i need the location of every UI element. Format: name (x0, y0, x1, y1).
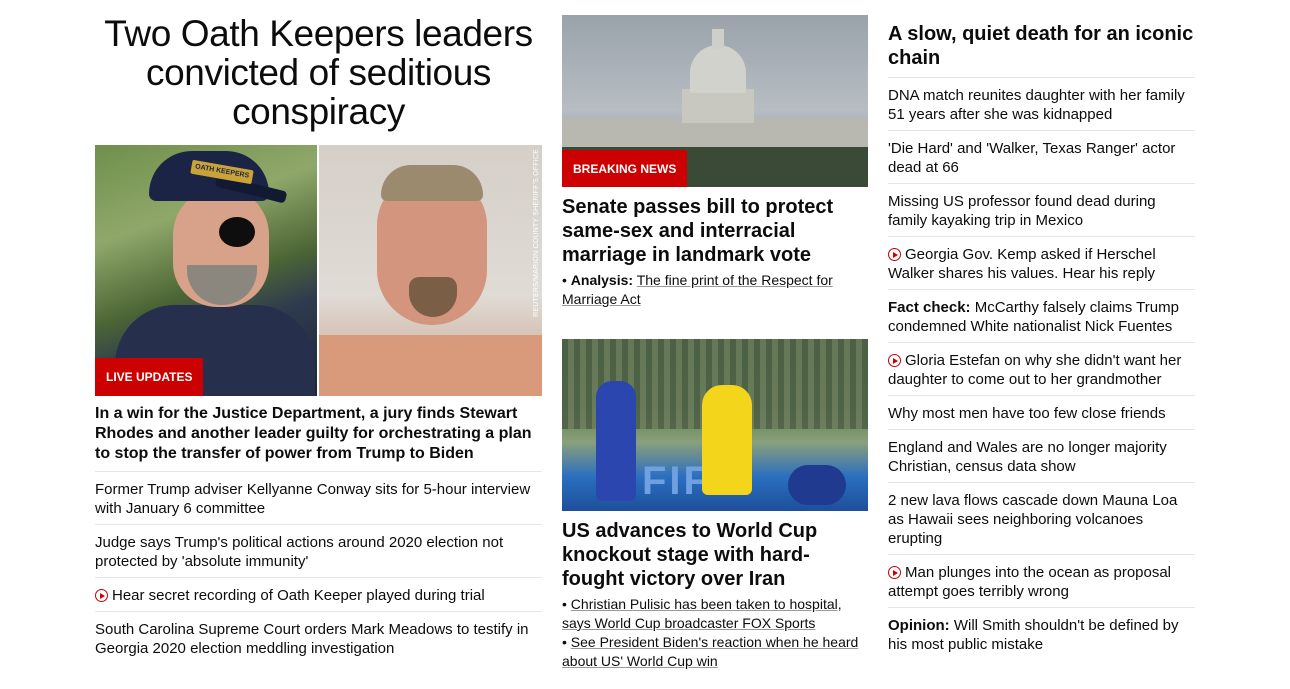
item-text: Judge says Trump's political actions aro… (95, 534, 504, 570)
item-text: Hear secret recording of Oath Keeper pla… (112, 587, 485, 604)
item-text: DNA match reunites daughter with her fam… (888, 87, 1185, 123)
world-cup-bullets: • Christian Pulisic has been taken to ho… (562, 595, 868, 671)
image-credit: REUTERS/MARION COUNTY SHERIFF'S OFFICE (533, 149, 540, 317)
list-item[interactable]: 'Die Hard' and 'Walker, Texas Ranger' ac… (888, 131, 1195, 184)
lead-story-summary[interactable]: In a win for the Justice Department, a j… (95, 404, 542, 472)
eye-patch (219, 217, 255, 247)
item-text: England and Wales are no longer majority… (888, 439, 1167, 475)
live-updates-badge: LIVE UPDATES (95, 358, 204, 396)
item-text: Georgia Gov. Kemp asked if Herschel Walk… (888, 246, 1156, 282)
list-item[interactable]: Gloria Estefan on why she didn't want he… (888, 343, 1195, 396)
list-item[interactable]: Hear secret recording of Oath Keeper pla… (95, 578, 542, 612)
headline-list: DNA match reunites daughter with her fam… (888, 78, 1195, 660)
world-cup-image[interactable]: FIFA (562, 339, 868, 511)
senate-headline[interactable]: Senate passes bill to protect same-sex a… (562, 195, 868, 267)
list-item[interactable]: South Carolina Supreme Court orders Mark… (95, 612, 542, 664)
item-label: Opinion: (888, 617, 950, 634)
capitol-image[interactable]: BREAKING NEWS (562, 15, 868, 187)
world-cup-bullet-link[interactable]: • Christian Pulisic has been taken to ho… (562, 595, 868, 633)
item-text: 2 new lava flows cascade down Mauna Loa … (888, 492, 1178, 547)
play-video-icon (888, 248, 901, 261)
item-text: Gloria Estefan on why she didn't want he… (888, 352, 1182, 388)
breaking-news-badge: BREAKING NEWS (562, 150, 688, 187)
lead-story-image[interactable]: OATH KEEPERS REUTERS/MARION COUNTY SHERI… (95, 145, 542, 396)
list-item[interactable]: DNA match reunites daughter with her fam… (888, 78, 1195, 131)
featured-headline[interactable]: A slow, quiet death for an iconic chain (888, 22, 1195, 78)
lead-story-column: Two Oath Keepers leaders convicted of se… (95, 0, 542, 664)
player-figure (596, 381, 636, 501)
list-item[interactable]: 2 new lava flows cascade down Mauna Loa … (888, 483, 1195, 555)
right-column: A slow, quiet death for an iconic chain … (888, 0, 1195, 660)
item-text: Man plunges into the ocean as proposal a… (888, 564, 1172, 600)
item-text: Why most men have too few close friends (888, 405, 1166, 422)
item-text: South Carolina Supreme Court orders Mark… (95, 621, 529, 657)
list-item[interactable]: Georgia Gov. Kemp asked if Herschel Walk… (888, 237, 1195, 290)
play-video-icon (95, 589, 108, 602)
list-item[interactable]: Former Trump adviser Kellyanne Conway si… (95, 472, 542, 525)
list-item[interactable]: Opinion: Will Smith shouldn't be defined… (888, 608, 1195, 660)
play-video-icon (888, 354, 901, 367)
item-label: Fact check: (888, 299, 971, 316)
related-links-list: Former Trump adviser Kellyanne Conway si… (95, 472, 542, 664)
list-item[interactable]: Why most men have too few close friends (888, 396, 1195, 430)
item-text: 'Die Hard' and 'Walker, Texas Ranger' ac… (888, 140, 1176, 176)
mugshot-photo: REUTERS/MARION COUNTY SHERIFF'S OFFICE (319, 145, 542, 396)
goalkeeper-figure (702, 385, 752, 495)
player-figure (788, 465, 846, 505)
list-item[interactable]: Judge says Trump's political actions aro… (95, 525, 542, 578)
list-item[interactable]: England and Wales are no longer majority… (888, 430, 1195, 483)
world-cup-headline[interactable]: US advances to World Cup knockout stage … (562, 519, 868, 591)
senate-bullets: • Analysis: The fine print of the Respec… (562, 271, 868, 309)
item-text: Former Trump adviser Kellyanne Conway si… (95, 481, 531, 517)
list-item[interactable]: Missing US professor found dead during f… (888, 184, 1195, 237)
analysis-link[interactable]: • Analysis: The fine print of the Respec… (562, 271, 868, 309)
main-headline[interactable]: Two Oath Keepers leaders convicted of se… (95, 14, 542, 131)
list-item[interactable]: Fact check: McCarthy falsely claims Trum… (888, 290, 1195, 343)
middle-column: BREAKING NEWS Senate passes bill to prot… (562, 0, 868, 671)
play-video-icon (888, 566, 901, 579)
item-text: Missing US professor found dead during f… (888, 193, 1156, 229)
world-cup-bullet-link[interactable]: • See President Biden's reaction when he… (562, 633, 868, 671)
list-item[interactable]: Man plunges into the ocean as proposal a… (888, 555, 1195, 608)
